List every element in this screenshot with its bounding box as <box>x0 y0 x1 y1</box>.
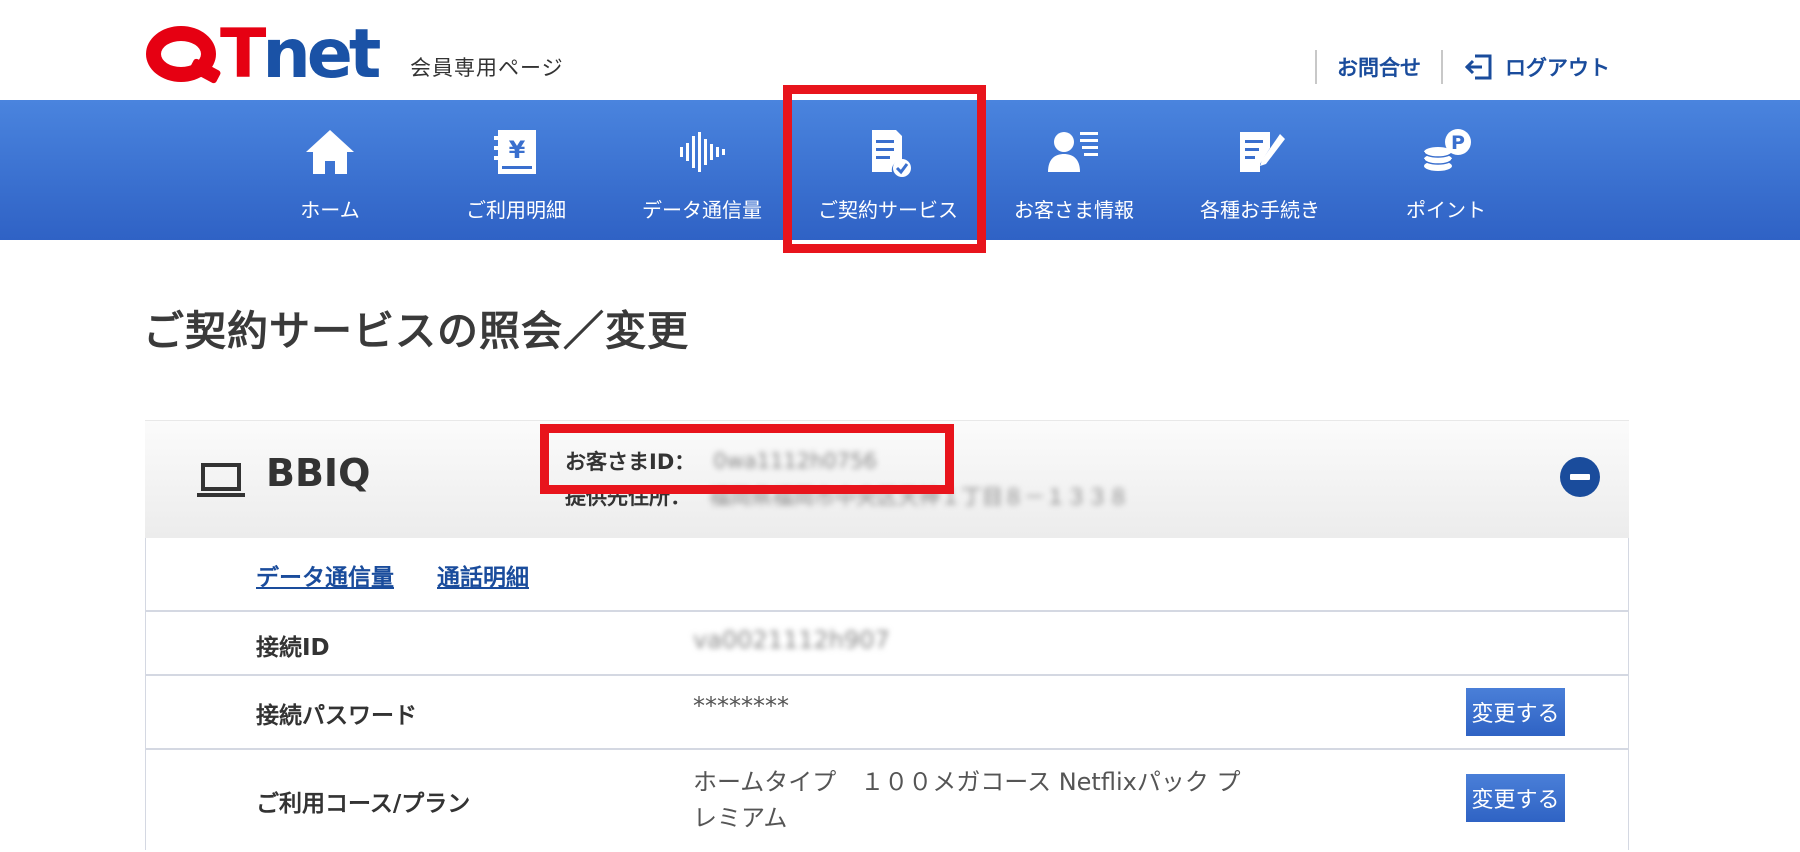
nav-label: ホーム <box>300 198 360 222</box>
connection-id-value: va0021112h907 <box>693 626 890 654</box>
nav-label: ご利用明細 <box>466 198 566 222</box>
nav-billing[interactable]: ¥ ご利用明細 <box>423 100 609 240</box>
course-plan-value-line2: レミアム <box>693 804 788 832</box>
logout-link[interactable]: ログアウト <box>1443 52 1630 82</box>
call-details-link[interactable]: 通話明細 <box>437 558 529 592</box>
svg-text:P: P <box>1451 132 1465 154</box>
service-address-value: 福岡県福岡市中央区天神１丁目８－１３３８ <box>709 485 1129 509</box>
procedures-icon <box>1240 132 1285 172</box>
customer-id-label: お客さまID： <box>565 450 696 474</box>
nav-label: お客さま情報 <box>1014 198 1134 222</box>
laptop-icon <box>197 463 245 497</box>
collapse-icon[interactable] <box>1560 457 1600 497</box>
nav-data-usage[interactable]: データ通信量 <box>609 100 795 240</box>
customer-id-value: 0wa1112h0756 <box>713 449 877 473</box>
nav-home[interactable]: ホーム <box>237 100 423 240</box>
table-row: ご利用コース/プラン ホームタイプ １００メガコース Netflixパック プ … <box>146 750 1628 850</box>
service-name: BBIQ <box>266 451 371 495</box>
quick-links-row: データ通信量 通話明細 <box>146 538 1628 612</box>
customer-id: お客さまID： 0wa1112h0756 <box>565 446 877 476</box>
service-address-label: 提供先住所： <box>565 485 691 509</box>
customer-info-icon <box>1048 132 1098 172</box>
course-plan-label: ご利用コース/プラン <box>256 791 471 817</box>
logo-q-mark <box>146 24 222 86</box>
logo-t: T <box>220 15 266 94</box>
logo-net: net <box>262 15 381 94</box>
table-row: 接続パスワード ******** 変更する <box>146 676 1628 750</box>
service-panel: BBIQ お客さまID： 0wa1112h0756 提供先住所： 福岡県福岡市中… <box>145 420 1629 852</box>
contract-service-icon <box>872 130 911 177</box>
logout-icon <box>1463 53 1493 81</box>
qtnet-logo[interactable]: Tnet <box>146 16 381 89</box>
utility-links: お問合せ ログアウト <box>1315 48 1630 86</box>
connection-id-label: 接続ID <box>256 635 330 661</box>
nav-customer-info[interactable]: お客さま情報 <box>981 100 1167 240</box>
nav-procedures[interactable]: 各種お手続き <box>1167 100 1353 240</box>
member-page-label: 会員専用ページ <box>410 56 564 80</box>
billing-icon: ¥ <box>494 130 536 174</box>
nav-label: データ通信量 <box>642 198 762 222</box>
service-address: 提供先住所： 福岡県福岡市中央区天神１丁目８－１３３８ <box>565 481 1129 511</box>
page-title: ご契約サービスの照会／変更 <box>143 307 689 355</box>
global-nav: ホーム ¥ ご利用明細 データ通信量 ご契約サービス お客さま情報 各種お手続き… <box>0 100 1800 240</box>
home-icon <box>306 130 354 174</box>
points-icon: P <box>1423 129 1471 171</box>
service-details: データ通信量 通話明細 接続ID va0021112h907 接続パスワード *… <box>145 538 1629 850</box>
data-usage-icon <box>680 132 725 172</box>
change-password-button[interactable]: 変更する <box>1466 688 1565 736</box>
data-usage-link[interactable]: データ通信量 <box>256 558 394 592</box>
connection-password-label: 接続パスワード <box>256 703 417 729</box>
contact-link[interactable]: お問合せ <box>1317 52 1441 82</box>
service-panel-header[interactable]: BBIQ お客さまID： 0wa1112h0756 提供先住所： 福岡県福岡市中… <box>145 420 1629 538</box>
nav-points[interactable]: P ポイント <box>1353 100 1539 240</box>
svg-text:¥: ¥ <box>509 136 526 164</box>
header: Tnet 会員専用ページ お問合せ ログアウト <box>0 0 1800 100</box>
nav-label: ご契約サービス <box>818 198 958 222</box>
connection-password-value: ******** <box>693 692 789 720</box>
logout-label: ログアウト <box>1505 56 1610 80</box>
change-plan-button[interactable]: 変更する <box>1466 774 1565 822</box>
table-row: 接続ID va0021112h907 <box>146 612 1628 676</box>
nav-label: ポイント <box>1406 198 1486 222</box>
nav-contract-service[interactable]: ご契約サービス <box>795 100 981 240</box>
course-plan-value-line1: ホームタイプ １００メガコース Netflixパック プ <box>693 768 1241 796</box>
nav-label: 各種お手続き <box>1200 198 1320 222</box>
